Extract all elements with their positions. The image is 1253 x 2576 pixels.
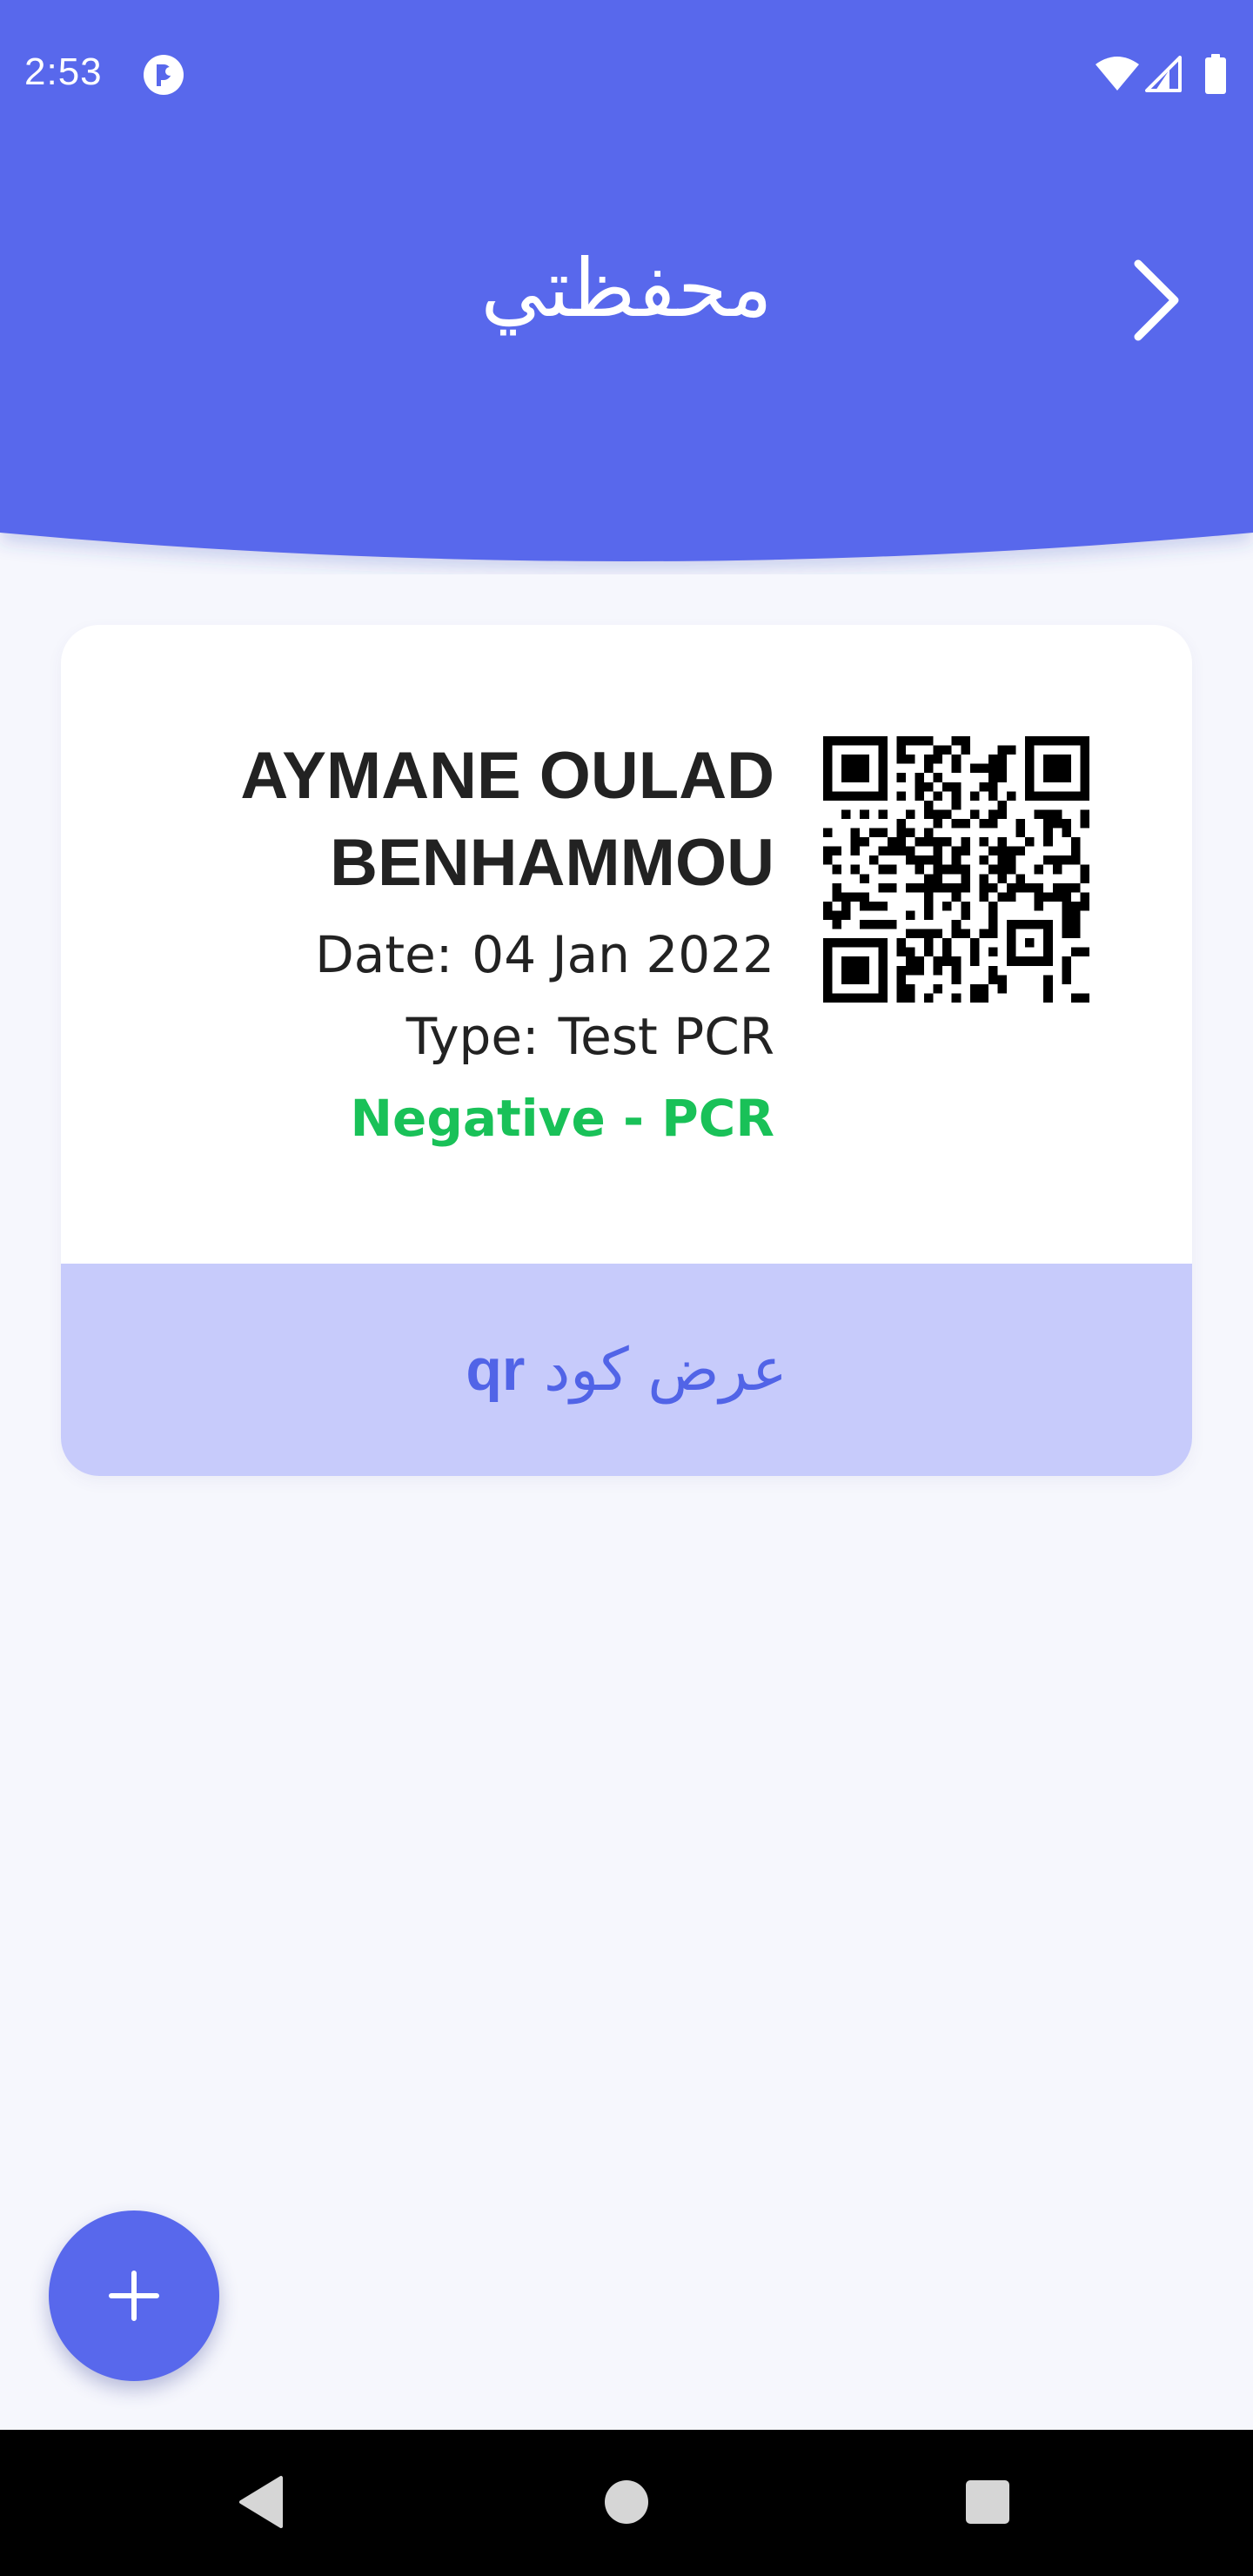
holder-name-line2: BENHAMMOU	[330, 826, 774, 900]
type-label: Type:	[405, 1007, 539, 1066]
show-qr-label-arabic: عرض كود	[543, 1335, 787, 1405]
test-result: Negative - PCR	[350, 1089, 774, 1148]
home-circle-icon	[605, 2480, 648, 2524]
nav-home-button[interactable]	[587, 2463, 666, 2541]
date-value: 04 Jan 2022	[472, 925, 774, 984]
show-qr-label-latin: qr	[466, 1336, 526, 1403]
date-label: Date:	[315, 925, 453, 984]
wallet-screen: 2:53 محفظتي AYMANE OULAD BENHAMMOU Date:…	[0, 0, 1253, 2576]
type-row: Type: Test PCR	[78, 996, 774, 1077]
nav-recents-button[interactable]	[948, 2463, 1027, 2541]
certificate-card[interactable]: AYMANE OULAD BENHAMMOU Date: 04 Jan 2022 …	[61, 625, 1192, 1476]
holder-name-line1: AYMANE OULAD	[240, 739, 774, 813]
add-certificate-button[interactable]	[49, 2210, 219, 2381]
certificate-info: AYMANE OULAD BENHAMMOU Date: 04 Jan 2022 …	[78, 733, 774, 1159]
show-qr-label: عرض كود qr	[466, 1336, 787, 1405]
type-value: Test PCR	[558, 1007, 774, 1066]
wifi-icon	[1096, 57, 1139, 91]
page-title: محفظتي	[480, 242, 773, 335]
back-button[interactable]	[1109, 252, 1204, 348]
nav-back-button[interactable]	[223, 2463, 301, 2541]
status-bar: 2:53	[0, 0, 1253, 148]
battery-icon	[1205, 54, 1226, 94]
system-nav-bar	[0, 2430, 1253, 2576]
date-row: Date: 04 Jan 2022	[78, 914, 774, 996]
chevron-right-icon	[1134, 259, 1179, 341]
status-time: 2:53	[24, 50, 103, 93]
holder-name: AYMANE OULAD BENHAMMOU	[78, 733, 774, 907]
app-header: 2:53 محفظتي	[0, 0, 1253, 574]
qr-code[interactable]	[823, 736, 1089, 1003]
app-notification-icon	[144, 55, 184, 95]
recents-square-icon	[966, 2480, 1009, 2524]
plus-icon	[109, 2271, 159, 2321]
show-qr-button[interactable]: عرض كود qr	[61, 1264, 1192, 1476]
back-triangle-icon	[239, 2476, 283, 2528]
cell-signal-icon	[1145, 56, 1182, 92]
